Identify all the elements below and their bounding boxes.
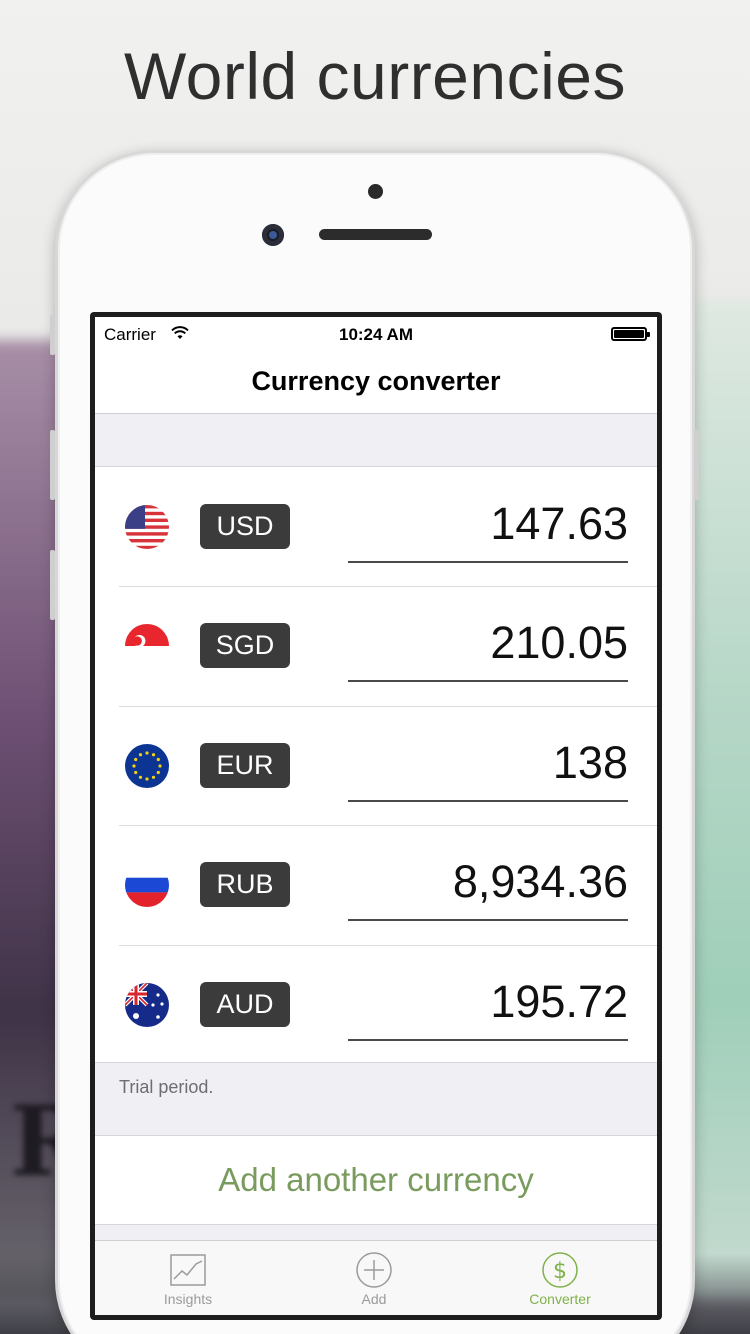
status-bar: Carrier 10:24 AM [95, 317, 657, 353]
tab-bar: Insights Add $ Converter [95, 1240, 657, 1315]
currency-row-aud[interactable]: AUD 195.72 [95, 944, 657, 1064]
currency-code-badge[interactable]: USD [200, 504, 290, 549]
sg-flag-icon [125, 624, 169, 669]
currency-list: USD 147.63 SGD 210.05 EUR 138 RUB 8,934.… [95, 466, 657, 1063]
add-currency-button[interactable]: Add another currency [95, 1135, 657, 1225]
svg-text:$: $ [553, 1259, 567, 1284]
currency-row-usd[interactable]: USD 147.63 [95, 467, 657, 586]
currency-row-eur[interactable]: EUR 138 [95, 705, 657, 825]
amount-input[interactable]: 138 [348, 724, 628, 802]
tab-insights[interactable]: Insights [95, 1241, 281, 1315]
dollar-circle-icon: $ [542, 1252, 578, 1288]
tab-label: Insights [163, 1291, 213, 1307]
navigation-bar: Currency converter [95, 353, 657, 414]
front-camera [262, 224, 284, 246]
phone-volume-down [50, 550, 55, 620]
trial-period-note: Trial period. [119, 1077, 214, 1097]
tab-converter[interactable]: $ Converter [467, 1241, 653, 1315]
amount-value: 210.05 [490, 617, 628, 669]
tab-label: Add [361, 1291, 387, 1307]
tab-add[interactable]: Add [281, 1241, 467, 1315]
battery-icon [611, 327, 650, 341]
earpiece-speaker [319, 229, 432, 240]
currency-code-badge[interactable]: EUR [200, 742, 290, 788]
amount-value: 195.72 [490, 975, 628, 1027]
phone-screen: Carrier 10:24 AM Currency converter USD … [90, 312, 662, 1320]
amount-value: 138 [552, 736, 628, 788]
promo-headline: World currencies [124, 39, 626, 113]
currency-code-badge[interactable]: AUD [200, 981, 290, 1027]
currency-row-rub[interactable]: RUB 8,934.36 [95, 825, 657, 944]
phone-mute-switch [50, 315, 55, 355]
us-flag-icon [125, 505, 169, 549]
currency-row-sgd[interactable]: SGD 210.05 [95, 586, 657, 705]
plus-circle-icon [356, 1252, 392, 1288]
au-flag-icon [125, 982, 169, 1027]
amount-value: 147.63 [490, 498, 628, 549]
phone-power-button [694, 430, 699, 500]
amount-input[interactable]: 210.05 [348, 604, 628, 683]
tab-label: Converter [529, 1291, 591, 1307]
amount-input[interactable]: 147.63 [348, 485, 628, 563]
amount-value: 8,934.36 [452, 856, 628, 908]
ru-flag-icon [125, 863, 169, 908]
chart-icon [170, 1254, 206, 1286]
currency-code-badge[interactable]: RUB [200, 862, 290, 908]
eu-flag-icon [125, 743, 169, 788]
amount-input[interactable]: 195.72 [348, 963, 628, 1041]
status-time: 10:24 AM [338, 325, 413, 344]
app-screen: Carrier 10:24 AM Currency converter USD … [95, 317, 657, 1315]
page-title: Currency converter [251, 366, 501, 396]
phone-volume-up [50, 430, 55, 500]
amount-input[interactable]: 8,934.36 [348, 843, 628, 922]
proximity-sensor [368, 184, 383, 199]
currency-code-badge[interactable]: SGD [200, 623, 290, 669]
